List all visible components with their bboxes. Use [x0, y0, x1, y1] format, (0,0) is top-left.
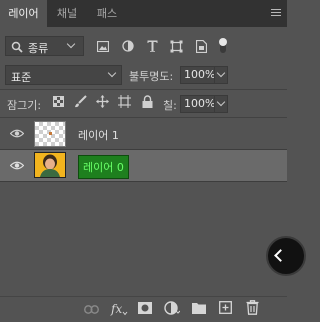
opacity-input[interactable]: 100%: [180, 66, 215, 84]
layer-style-icon[interactable]: fx: [110, 301, 128, 317]
adjustment-filter-icon[interactable]: [122, 40, 134, 52]
lock-label: 잠그기:: [7, 99, 42, 112]
layers-bottom-toolbar: fx: [0, 296, 287, 322]
layer-name-edit-field[interactable]: 레이어 0: [78, 155, 129, 179]
lock-artboard-icon[interactable]: [118, 95, 131, 108]
opacity-dropdown-button[interactable]: [214, 66, 228, 84]
layer-row[interactable]: 레이어 1: [0, 119, 287, 149]
blend-mode-label: 표준: [11, 71, 32, 84]
panel-collapse-handle[interactable]: [266, 236, 306, 276]
divider: [0, 117, 287, 118]
new-group-icon[interactable]: [192, 302, 206, 314]
filter-kind-dropdown[interactable]: 종류: [5, 36, 84, 56]
eye-icon[interactable]: [10, 129, 24, 138]
lock-transparent-pixels-icon[interactable]: [53, 96, 64, 107]
divider: [0, 181, 287, 182]
chevron-left-icon: [274, 249, 287, 262]
layer-thumbnail: [34, 121, 66, 147]
type-filter-icon[interactable]: [147, 40, 158, 52]
chevron-down-icon: [216, 68, 226, 78]
tab-channels[interactable]: 채널: [47, 0, 87, 27]
lock-all-icon[interactable]: [142, 95, 153, 108]
chevron-down-icon: [216, 97, 226, 107]
filter-toggle-icon[interactable]: [218, 37, 228, 53]
search-icon: [11, 41, 23, 53]
shape-filter-icon[interactable]: [170, 40, 183, 53]
add-mask-icon[interactable]: [138, 302, 152, 314]
panel-menu-icon[interactable]: [271, 9, 281, 17]
adjustment-layer-icon[interactable]: [164, 301, 180, 315]
blend-mode-dropdown[interactable]: 표준: [5, 65, 122, 85]
lock-image-pixels-icon[interactable]: [74, 95, 87, 108]
fill-label: 칠:: [163, 99, 177, 112]
layer-row[interactable]: 레이어 0: [0, 150, 287, 181]
fill-dropdown-button[interactable]: [214, 95, 228, 113]
person-thumbnail-image: [35, 153, 65, 177]
chevron-down-icon: [66, 39, 76, 49]
tab-layers[interactable]: 레이어: [0, 0, 47, 27]
delete-layer-icon[interactable]: [246, 300, 259, 315]
new-layer-icon[interactable]: [219, 301, 232, 314]
svg-text:fx: fx: [110, 302, 122, 316]
layer-thumbnail: [34, 152, 66, 178]
opacity-label: 불투명도:: [129, 70, 174, 83]
chevron-down-icon: [107, 68, 117, 78]
divider: [0, 89, 287, 90]
smart-object-filter-icon[interactable]: [196, 40, 207, 53]
filter-kind-label: 종류: [28, 42, 49, 55]
link-layers-icon[interactable]: [84, 305, 99, 314]
eye-icon[interactable]: [10, 161, 24, 170]
layer-name[interactable]: 레이어 1: [78, 127, 119, 143]
panel-tab-bar: 레이어 채널 패스: [0, 0, 287, 27]
tab-paths[interactable]: 패스: [87, 0, 127, 27]
fill-input[interactable]: 100%: [180, 95, 215, 113]
image-filter-icon[interactable]: [97, 41, 109, 52]
layer-thumbnail-mark: [49, 132, 52, 135]
lock-position-icon[interactable]: [96, 95, 109, 108]
